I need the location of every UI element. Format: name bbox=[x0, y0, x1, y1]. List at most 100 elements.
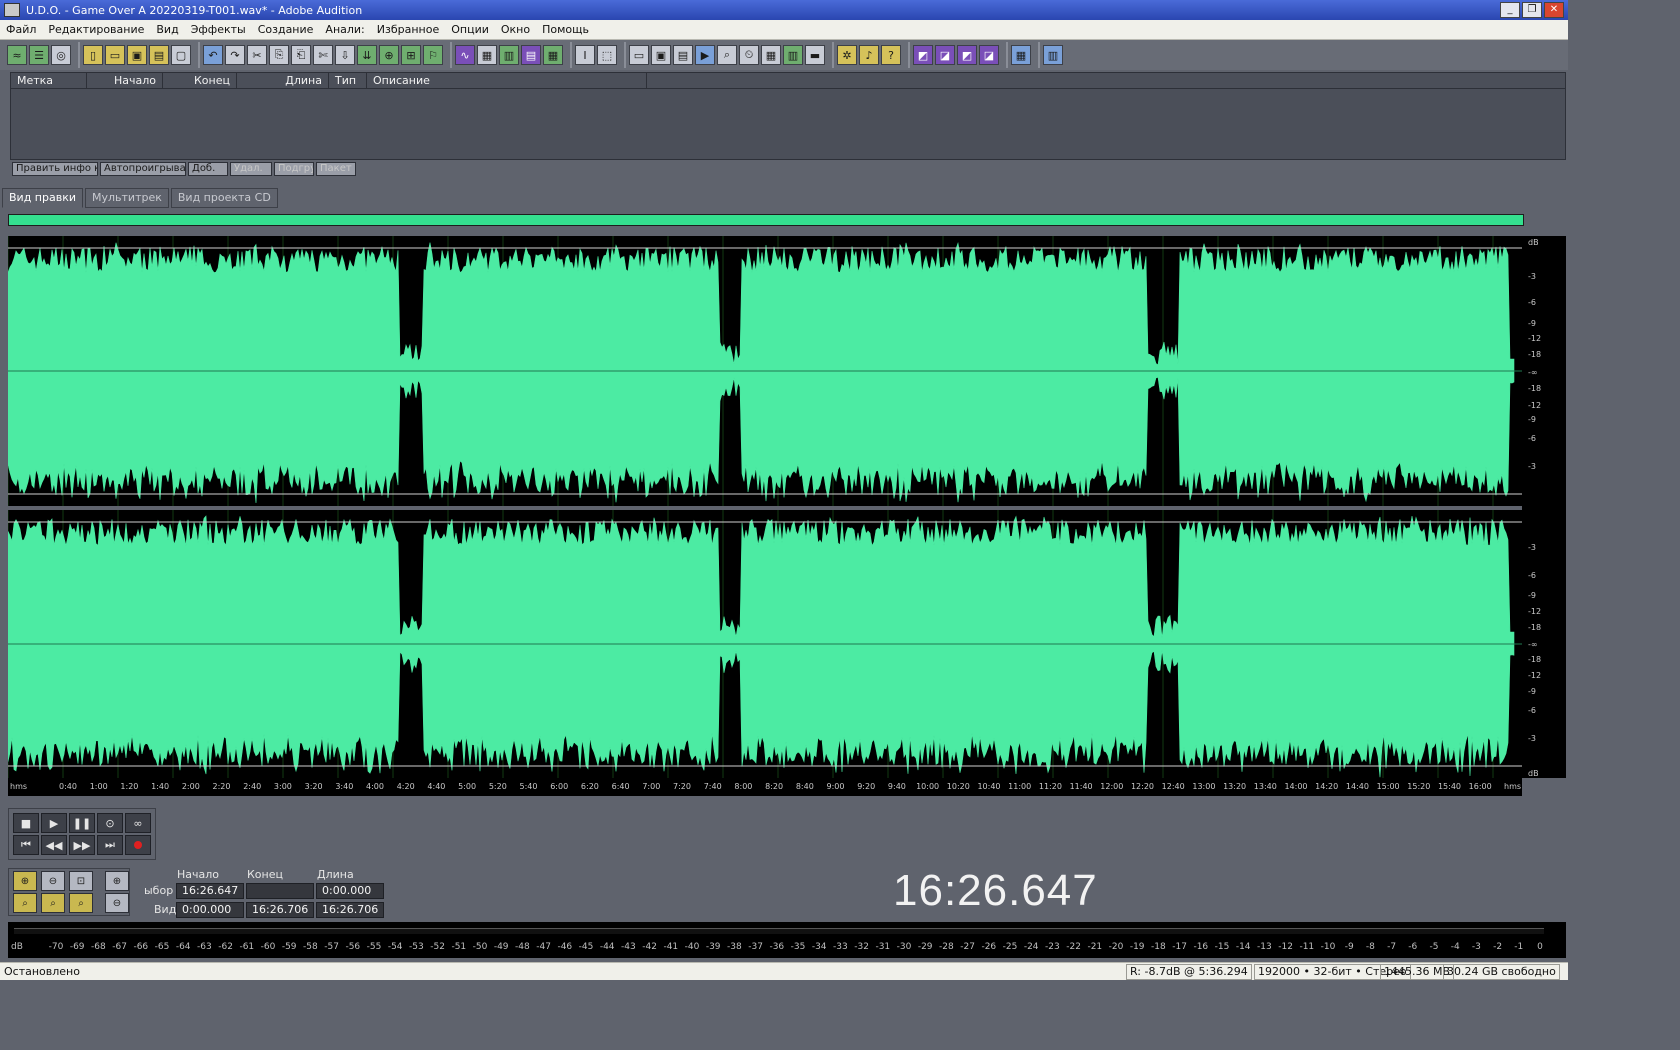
cue-col-label[interactable]: Метка bbox=[11, 73, 87, 89]
save-icon[interactable]: ▣ bbox=[127, 45, 147, 65]
organizer-window-icon[interactable]: ▭ bbox=[629, 45, 649, 65]
selection-start-field[interactable]: 16:26.647 bbox=[176, 883, 244, 899]
cue-col-type[interactable]: Тип bbox=[329, 73, 367, 89]
tab-edit-view[interactable]: Вид правки bbox=[2, 188, 83, 208]
cue-col-description[interactable]: Описание bbox=[367, 73, 647, 89]
help-icon[interactable]: ? bbox=[881, 45, 901, 65]
info-window-icon[interactable]: ▤ bbox=[673, 45, 693, 65]
marquee-tool-icon[interactable]: ⬚ bbox=[597, 45, 617, 65]
edit-cd-info-button[interactable]: Править инфо кн bbox=[12, 162, 98, 176]
edit-view-icon[interactable]: ≈ bbox=[7, 45, 27, 65]
record-icon[interactable] bbox=[125, 835, 151, 855]
merge-cue-button[interactable]: Подгру bbox=[274, 162, 314, 176]
go-to-end-icon[interactable]: ⏭ bbox=[97, 835, 123, 855]
menu-analyze[interactable]: Анали: bbox=[319, 23, 370, 36]
delete-cue-button[interactable]: Удал. bbox=[230, 162, 272, 176]
frequency-analysis-icon[interactable]: ▥ bbox=[1043, 45, 1063, 65]
menu-view[interactable]: Вид bbox=[150, 23, 184, 36]
menu-effects[interactable]: Эффекты bbox=[185, 23, 252, 36]
menu-edit[interactable]: Редактирование bbox=[42, 23, 150, 36]
effect-1-icon[interactable]: ◩ bbox=[913, 45, 933, 65]
view-end-field[interactable]: 16:26.706 bbox=[246, 902, 314, 918]
selection-end-field[interactable] bbox=[246, 883, 314, 899]
main-window-icon[interactable]: ▣ bbox=[651, 45, 671, 65]
left-channel-waveform[interactable] bbox=[8, 242, 1515, 504]
copy-new-icon[interactable]: ⎗ bbox=[291, 45, 311, 65]
cue-col-start[interactable]: Начало bbox=[87, 73, 163, 89]
close-button[interactable]: ✕ bbox=[1544, 2, 1564, 18]
zoom-right-edge-icon[interactable]: ⌕ bbox=[69, 893, 93, 913]
spectral-pan-icon[interactable]: ▥ bbox=[499, 45, 519, 65]
new-file-icon[interactable]: ▯ bbox=[83, 45, 103, 65]
stop-icon[interactable]: ■ bbox=[13, 813, 39, 833]
zoom-to-selection-icon[interactable]: ⌕ bbox=[13, 893, 37, 913]
waveform-svg[interactable] bbox=[8, 236, 1522, 778]
selection-window-icon[interactable]: ▦ bbox=[761, 45, 781, 65]
cut-icon[interactable]: ✄ bbox=[313, 45, 333, 65]
zoom-in-icon[interactable]: ⊕ bbox=[13, 871, 37, 891]
paste-icon[interactable]: ⇩ bbox=[335, 45, 355, 65]
waveform-overview-bar[interactable] bbox=[8, 214, 1524, 226]
play-from-cursor-icon[interactable]: ⊙ bbox=[97, 813, 123, 833]
level-meters-icon[interactable]: ▥ bbox=[783, 45, 803, 65]
time-selection-tool-icon[interactable]: I bbox=[575, 45, 595, 65]
waveform-view-icon[interactable]: ∿ bbox=[455, 45, 475, 65]
multitrack-view-icon[interactable]: ☰ bbox=[29, 45, 49, 65]
paste-new-icon[interactable]: ⇊ bbox=[357, 45, 377, 65]
mix-paste-icon[interactable]: ⊕ bbox=[379, 45, 399, 65]
selection-length-field[interactable]: 0:00.000 bbox=[316, 883, 384, 899]
close-file-icon[interactable]: ▢ bbox=[171, 45, 191, 65]
menu-generate[interactable]: Создание bbox=[252, 23, 320, 36]
effect-4-icon[interactable]: ◪ bbox=[979, 45, 999, 65]
settings-icon[interactable]: ✲ bbox=[837, 45, 857, 65]
trim-icon[interactable]: ⊞ bbox=[401, 45, 421, 65]
zoom-full-icon[interactable]: ⊡ bbox=[69, 871, 93, 891]
save-all-icon[interactable]: ▤ bbox=[149, 45, 169, 65]
tab-multitrack[interactable]: Мультитрек bbox=[85, 188, 169, 208]
mixer-window-icon[interactable]: ▬ bbox=[805, 45, 825, 65]
spectral-view-icon[interactable]: ▦ bbox=[477, 45, 497, 65]
menu-favorites[interactable]: Избранное bbox=[371, 23, 445, 36]
redo-icon[interactable]: ↷ bbox=[225, 45, 245, 65]
zoom-window-icon[interactable]: ⌕ bbox=[717, 45, 737, 65]
play-icon[interactable]: ▶ bbox=[41, 813, 67, 833]
time-ruler[interactable]: hms hms 0:40 1:00 1:20 1:40 2:00 2:20 2:40 3:00… bbox=[8, 778, 1522, 796]
cue-col-length[interactable]: Длина bbox=[237, 73, 329, 89]
effect-2-icon[interactable]: ◪ bbox=[935, 45, 955, 65]
go-to-start-icon[interactable]: ⏮ bbox=[13, 835, 39, 855]
menu-window[interactable]: Окно bbox=[495, 23, 536, 36]
batch-button[interactable]: Пакет bbox=[316, 162, 356, 176]
rewind-icon[interactable]: ◀◀ bbox=[41, 835, 67, 855]
pause-icon[interactable]: ❚❚ bbox=[69, 813, 95, 833]
menu-help[interactable]: Помощь bbox=[536, 23, 595, 36]
time-window-icon[interactable]: ⏲ bbox=[739, 45, 759, 65]
menu-file[interactable]: Файл bbox=[0, 23, 42, 36]
view-start-field[interactable]: 0:00.000 bbox=[176, 902, 244, 918]
spectral-phase-icon[interactable]: ▤ bbox=[521, 45, 541, 65]
menu-options[interactable]: Опции bbox=[445, 23, 495, 36]
waveform-display[interactable] bbox=[8, 236, 1522, 778]
zoom-in-vertical-icon[interactable]: ⊕ bbox=[105, 871, 129, 891]
add-cue-button[interactable]: Доб. bbox=[188, 162, 228, 176]
zoom-out-icon[interactable]: ⊖ bbox=[41, 871, 65, 891]
autoplay-button[interactable]: Автопроигрывани bbox=[100, 162, 186, 176]
minimize-button[interactable]: _ bbox=[1500, 2, 1520, 18]
transport-window-icon[interactable]: ▶ bbox=[695, 45, 715, 65]
zoom-left-edge-icon[interactable]: ⌕ bbox=[41, 893, 65, 913]
cd-view-icon[interactable]: ◎ bbox=[51, 45, 71, 65]
open-file-icon[interactable]: ▭ bbox=[105, 45, 125, 65]
undo-icon[interactable]: ↶ bbox=[203, 45, 223, 65]
right-channel-waveform[interactable] bbox=[8, 515, 1515, 778]
metronome-icon[interactable]: ♪ bbox=[859, 45, 879, 65]
app-icon[interactable] bbox=[4, 3, 20, 17]
zoom-out-vertical-icon[interactable]: ⊖ bbox=[105, 893, 129, 913]
restore-button[interactable]: ❐ bbox=[1522, 2, 1542, 18]
effect-3-icon[interactable]: ◩ bbox=[957, 45, 977, 65]
analysis-icon[interactable]: ▦ bbox=[1011, 45, 1031, 65]
fast-forward-icon[interactable]: ▶▶ bbox=[69, 835, 95, 855]
mark-icon[interactable]: ⚐ bbox=[423, 45, 443, 65]
view-length-field[interactable]: 16:26.706 bbox=[316, 902, 384, 918]
copy-icon[interactable]: ⎘ bbox=[269, 45, 289, 65]
spectral-freq-icon[interactable]: ▦ bbox=[543, 45, 563, 65]
repeat-icon[interactable]: ✂ bbox=[247, 45, 267, 65]
